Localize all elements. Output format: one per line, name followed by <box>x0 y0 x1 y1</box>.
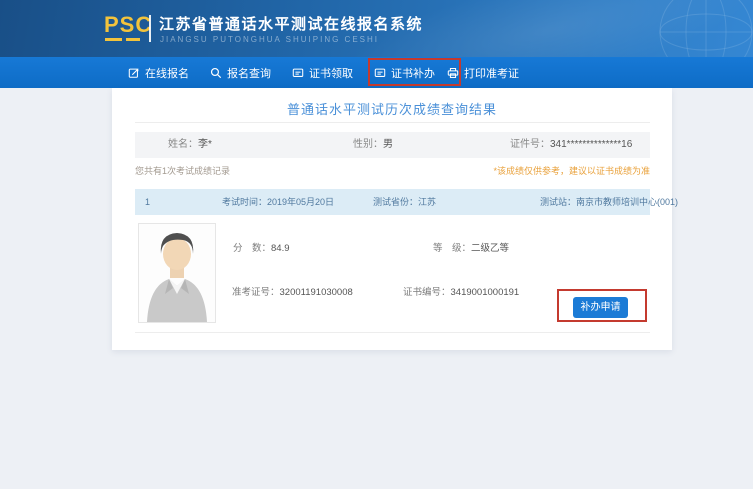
page-title: 普通话水平测试历次成绩查询结果 <box>112 99 672 118</box>
nav-item-label: 打印准考证 <box>464 65 519 81</box>
divider <box>135 122 650 123</box>
certificate-icon <box>292 67 304 79</box>
nav-item-label: 证书领取 <box>309 65 353 81</box>
psc-logo: PSC <box>104 12 152 38</box>
profile-id-number: 证件号：341**************16 <box>510 132 632 158</box>
notes-row: 您共有1次考试成绩记录 *该成绩仅供参考，建议以证书成绩为准 <box>135 164 650 178</box>
app-window: PSC 江苏省普通话水平测试在线报名系统 JIANGSU PUTONGHUA S… <box>0 0 753 489</box>
nav-item-certificate-reissue[interactable]: 证书补办 <box>374 57 435 88</box>
profile-name: 姓名：李* <box>168 132 212 158</box>
logo-underline-dash <box>105 38 122 41</box>
edit-icon <box>128 67 140 79</box>
nav-item-registration-query[interactable]: 报名查询 <box>210 57 271 88</box>
nav-item-online-registration[interactable]: 在线报名 <box>128 57 189 88</box>
nav-item-certificate-collection[interactable]: 证书领取 <box>292 57 353 88</box>
level-field: 等 级：二级乙等 <box>433 240 509 254</box>
header: PSC 江苏省普通话水平测试在线报名系统 JIANGSU PUTONGHUA S… <box>0 0 753 57</box>
nav-item-label: 在线报名 <box>145 65 189 81</box>
header-divider <box>149 15 151 42</box>
record-index: 1 <box>145 189 150 215</box>
profile-gender: 性别：男 <box>353 132 393 158</box>
profile-info-row: 姓名：李* 性别：男 证件号：341**************16 <box>135 132 650 158</box>
admission-ticket-field: 准考证号：32001191030008 <box>232 284 353 298</box>
nav-item-print-admission-ticket[interactable]: 打印准考证 <box>447 57 519 88</box>
main-nav: 在线报名 报名查询 证书领取 <box>0 57 753 88</box>
certificate-icon <box>374 67 386 79</box>
record-test-station: 测试站：南京市教师培训中心(001) <box>540 189 678 215</box>
score-field: 分 数：84.9 <box>233 240 290 254</box>
divider <box>135 332 650 333</box>
records-count-note: 您共有1次考试成绩记录 <box>135 164 230 177</box>
record-exam-time: 考试时间：2019年05月20日 <box>222 189 334 215</box>
nav-item-label: 证书补办 <box>391 65 435 81</box>
site-subtitle: JIANGSU PUTONGHUA SHUIPING CESHI <box>160 35 379 44</box>
results-card: 普通话水平测试历次成绩查询结果 姓名：李* 性别：男 证件号：341******… <box>112 88 672 350</box>
reissue-application-button[interactable]: 补办申请 <box>573 297 628 318</box>
logo-underline-dash <box>126 38 140 41</box>
search-icon <box>210 67 222 79</box>
candidate-photo <box>138 223 216 323</box>
site-title: 江苏省普通话水平测试在线报名系统 <box>159 13 423 34</box>
nav-item-label: 报名查询 <box>227 65 271 81</box>
score-disclaimer: *该成绩仅供参考，建议以证书成绩为准 <box>493 164 650 177</box>
certificate-number-field: 证书编号：3419001000191 <box>403 284 519 298</box>
record-province: 测试省份：江苏 <box>373 189 436 215</box>
printer-icon <box>447 67 459 79</box>
exam-record-row: 1 考试时间：2019年05月20日 测试省份：江苏 测试站：南京市教师培训中心… <box>135 189 650 215</box>
